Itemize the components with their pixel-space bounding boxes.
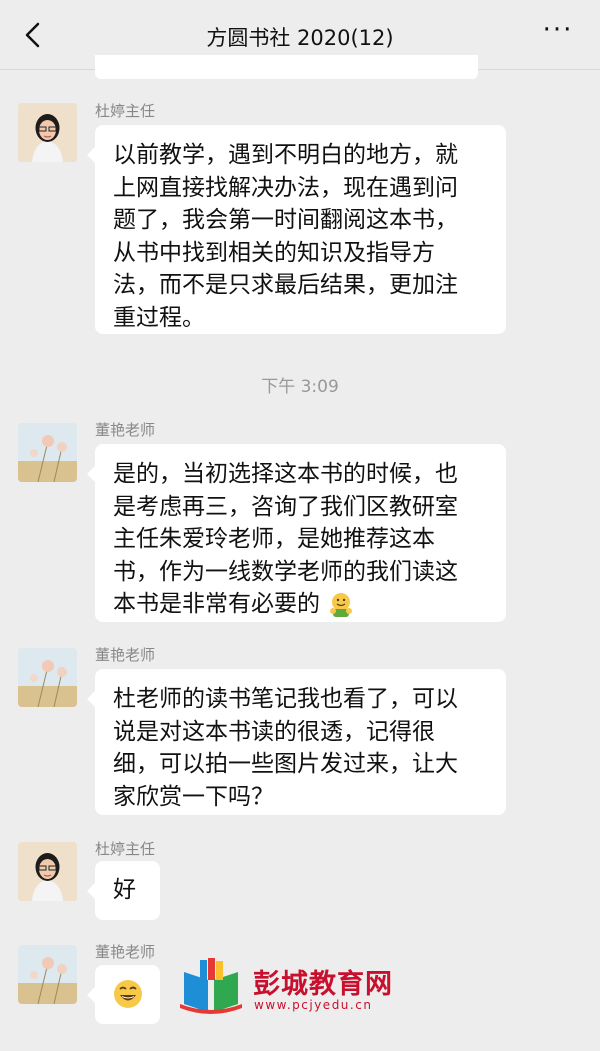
message-text: 本书是非常有必要的 [113, 591, 320, 617]
sender-name: 杜婷主任 [95, 840, 156, 858]
avatar[interactable] [18, 648, 77, 707]
chat-timestamp: 下午 3:09 [261, 377, 339, 397]
message-line: 本书是非常有必要的 [113, 588, 488, 621]
watermark-brand: 彭城教育网 [253, 969, 393, 1000]
message-line: 是考虑再三，咨询了我们区教研室 [113, 493, 458, 520]
message-line: 细，可以拍一些图片发过来，让大 [113, 751, 458, 777]
message-line: 是的，当初选择这本书的时候，也 [113, 461, 458, 487]
avatar[interactable] [18, 103, 77, 162]
hugging-face-icon [330, 592, 353, 617]
message-bubble[interactable]: 以前教学，遇到不明白的地方，就 上网直接找解决办法，现在遇到问 题了，我会第一时… [87, 125, 506, 334]
sender-name: 董艳老师 [95, 943, 156, 961]
message-line: 杜老师的读书笔记我也看了，可以 [113, 686, 458, 712]
book-logo-icon [180, 958, 242, 1014]
message-bubble[interactable]: 好 [87, 861, 160, 920]
message-line: 法，而不是只求最后结果，更加注 [113, 272, 458, 298]
message-line: 重过程。 [113, 304, 205, 331]
avatar[interactable] [18, 423, 77, 482]
avatar[interactable] [18, 842, 77, 901]
more-options-button[interactable]: ··· [538, 17, 578, 50]
message-bubble[interactable] [87, 965, 160, 1024]
previous-message-bubble [95, 55, 478, 79]
message-line: 以前教学，遇到不明白的地方，就 [113, 142, 458, 168]
message-bubble[interactable]: 是的，当初选择这本书的时候，也 是考虑再三，咨询了我们区教研室 主任朱爱玲老师，… [87, 444, 506, 622]
message-line: 好 [113, 877, 136, 903]
message-line: 上网直接找解决办法，现在遇到问 [113, 174, 458, 201]
watermark: 彭城教育网 www.pcjyedu.cn [178, 958, 428, 1018]
sender-name: 董艳老师 [95, 421, 156, 439]
message-line: 家欣赏一下吗？ [113, 783, 274, 810]
message-line: 从书中找到相关的知识及指导方 [113, 239, 435, 266]
message-line: 题了，我会第一时间翻阅这本书， [113, 207, 458, 233]
message-line: 说是对这本书读的很透，记得很 [113, 718, 435, 745]
avatar[interactable] [18, 945, 77, 1004]
sender-name: 董艳老师 [95, 646, 156, 664]
sender-name: 杜婷主任 [95, 102, 156, 120]
watermark-url: www.pcjyedu.cn [254, 998, 373, 1012]
grinning-face-icon [114, 980, 142, 1008]
message-line: 主任朱爱玲老师，是她推荐这本 [113, 526, 435, 552]
message-bubble[interactable]: 杜老师的读书笔记我也看了，可以 说是对这本书读的很透，记得很 细，可以拍一些图片… [87, 669, 506, 815]
chat-title: 方圆书社 2020(12) [206, 26, 394, 50]
message-line: 书，作为一线数学老师的我们读这 [113, 558, 458, 585]
